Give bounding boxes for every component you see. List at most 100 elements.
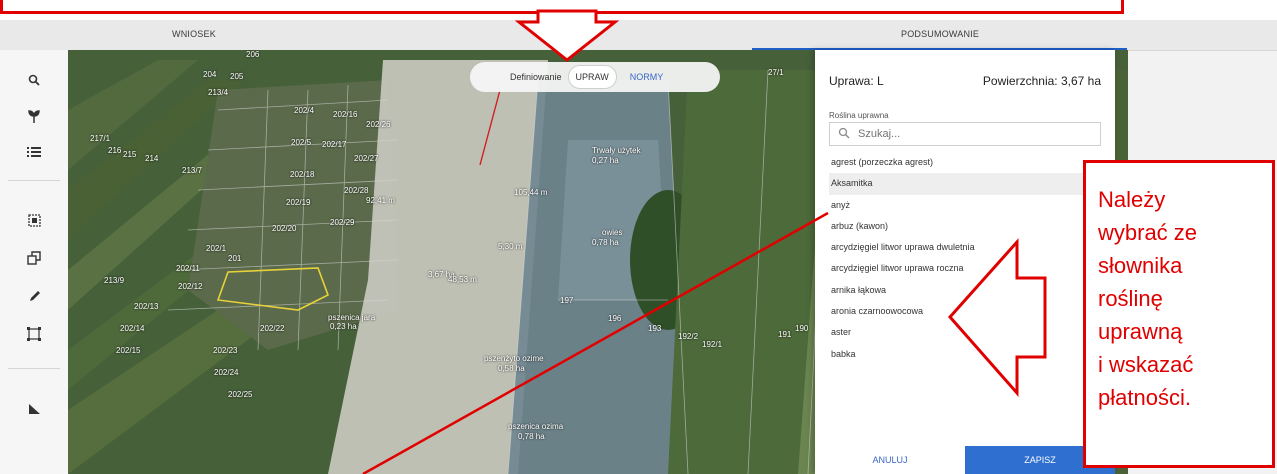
crop-field-label: Roślina uprawna <box>829 111 889 120</box>
parcel-label: 202/27 <box>354 154 379 163</box>
crop-list: agrest (porzeczka agrest) Aksamitka anyż… <box>829 152 1101 365</box>
list-item[interactable]: arnika łąkowa <box>829 280 1101 301</box>
parcel-label: 205 <box>230 72 244 81</box>
bounding-box-icon[interactable] <box>26 326 42 342</box>
callout-line: wybrać ze <box>1098 220 1198 245</box>
parcel-label: 191 <box>778 330 792 339</box>
parcel-label: 213/4 <box>208 88 229 97</box>
area-label: 0,27 ha <box>592 156 619 165</box>
crop-label: Trwały użytek <box>592 146 641 155</box>
distance-label: 48,53 m <box>448 275 477 284</box>
mode-switch: Definiowanie UPRAW NORMY <box>470 62 720 92</box>
parcel-label: 213/9 <box>104 276 125 285</box>
parcel-label: 216 <box>108 146 122 155</box>
parcel-label: 202/12 <box>178 282 203 291</box>
parcel-label: 202/16 <box>333 110 358 119</box>
parcel-label: 202/25 <box>228 390 253 399</box>
parcel-label: 202/19 <box>286 198 311 207</box>
parcel-label: 192/1 <box>702 340 723 349</box>
callout-line: roślinę <box>1098 286 1163 311</box>
parcel-label: 202/11 <box>176 264 200 273</box>
list-item[interactable]: Aksamitka <box>829 173 1101 195</box>
tab-podsumowanie[interactable]: PODSUMOWANIE <box>901 29 979 39</box>
distance-label: 92,41 m <box>366 196 395 205</box>
copy-shape-icon[interactable] <box>26 250 42 266</box>
parcel-label: 202/20 <box>272 224 297 233</box>
list-item[interactable]: arbuz (kawon) <box>829 216 1101 237</box>
area-label: 0,78 ha <box>518 432 545 441</box>
distance-label: 105,44 m <box>514 188 548 197</box>
parcel-label: 215 <box>123 150 137 159</box>
parcel-label: 217/1 <box>90 134 111 143</box>
parcel-label: 202/18 <box>290 170 315 179</box>
mode-upraw-button[interactable]: UPRAW <box>567 65 617 89</box>
list-item[interactable]: arcydzięgiel litwor uprawa roczna <box>829 258 1101 279</box>
callout-line: słownika <box>1098 253 1183 278</box>
parcel-label: 213/7 <box>182 166 203 175</box>
parcel-label: 197 <box>560 296 574 305</box>
mode-switch-label: Definiowanie <box>510 72 562 82</box>
crop-label: pszenżyto ozime <box>484 354 544 363</box>
crop-label: pszenica jara <box>328 313 376 322</box>
area-value: Powierzchnia: 3,67 ha <box>982 74 1101 88</box>
parcel-label: 202/13 <box>134 302 159 311</box>
area-label: 0,23 ha <box>330 322 357 331</box>
list-item[interactable]: arcydzięgiel litwor uprawa dwuletnia <box>829 237 1101 258</box>
search-icon <box>838 127 852 141</box>
area-label: 0,58 ha <box>498 364 525 373</box>
select-area-icon[interactable] <box>26 212 42 228</box>
parcel-label: 202/29 <box>330 218 355 227</box>
pencil-icon[interactable] <box>26 288 42 304</box>
plant-icon[interactable] <box>26 108 42 124</box>
parcel-label: 214 <box>145 154 159 163</box>
list-item[interactable]: aster <box>829 322 1101 343</box>
list-icon[interactable] <box>26 144 42 160</box>
cancel-button[interactable]: ANULUJ <box>815 446 965 474</box>
list-item[interactable]: aronia czarnoowocowa <box>829 301 1101 322</box>
callout-frame-top <box>0 0 1124 14</box>
tool-rail <box>0 50 69 474</box>
parcel-label: 193 <box>648 324 662 333</box>
area-label: 0,78 ha <box>592 238 619 247</box>
callout-line: uprawną <box>1098 319 1183 344</box>
tab-bar: WNIOSEK PODSUMOWANIE <box>0 20 1277 51</box>
callout-text: Należy wybrać ze słownika roślinę uprawn… <box>1098 183 1273 414</box>
parcel-label: 202/15 <box>116 346 141 355</box>
crop-search-field[interactable] <box>829 122 1101 146</box>
crop-label: pszenica ozima <box>508 422 564 431</box>
crop-search-input[interactable] <box>856 127 1090 141</box>
parcel-label: 202/1 <box>206 244 227 253</box>
parcel-label: 27/1 <box>768 68 784 77</box>
rail-divider <box>8 180 60 181</box>
parcel-label: 196 <box>608 314 622 323</box>
mode-normy-button[interactable]: NORMY <box>623 66 671 88</box>
crop-title: Uprawa: L <box>829 74 884 88</box>
callout-line: i wskazać <box>1098 352 1194 377</box>
parcel-label: 202/28 <box>344 186 369 195</box>
parcel-label: 206 <box>246 50 260 59</box>
parcel-label: 202/26 <box>366 120 391 129</box>
parcel-label: 201 <box>228 254 242 263</box>
measure-icon[interactable] <box>26 400 42 416</box>
parcel-label: 204 <box>203 70 217 79</box>
parcel-label: 202/17 <box>322 140 347 149</box>
parcel-label: 202/14 <box>120 324 145 333</box>
parcel-label: 202/24 <box>214 368 239 377</box>
distance-label: 5,30 m <box>498 242 523 251</box>
list-item[interactable]: babka <box>829 344 1101 365</box>
list-item[interactable]: agrest (porzeczka agrest) <box>829 152 1101 173</box>
callout-line: płatności. <box>1098 385 1191 410</box>
parcel-label: 202/23 <box>213 346 238 355</box>
parcel-label: 192/2 <box>678 332 699 341</box>
rail-divider <box>8 368 60 369</box>
parcel-label: 202/4 <box>294 106 315 115</box>
list-item[interactable]: anyż <box>829 195 1101 216</box>
tab-wniosek[interactable]: WNIOSEK <box>172 29 216 39</box>
parcel-label: 202/22 <box>260 324 285 333</box>
parcel-label: 190 <box>795 324 809 333</box>
crop-label: owies <box>602 228 623 237</box>
parcel-label: 202/5 <box>291 138 312 147</box>
callout-line: Należy <box>1098 187 1166 212</box>
search-icon[interactable] <box>26 72 42 88</box>
crop-dialog: Uprawa: L Powierzchnia: 3,67 ha Roślina … <box>815 50 1115 474</box>
